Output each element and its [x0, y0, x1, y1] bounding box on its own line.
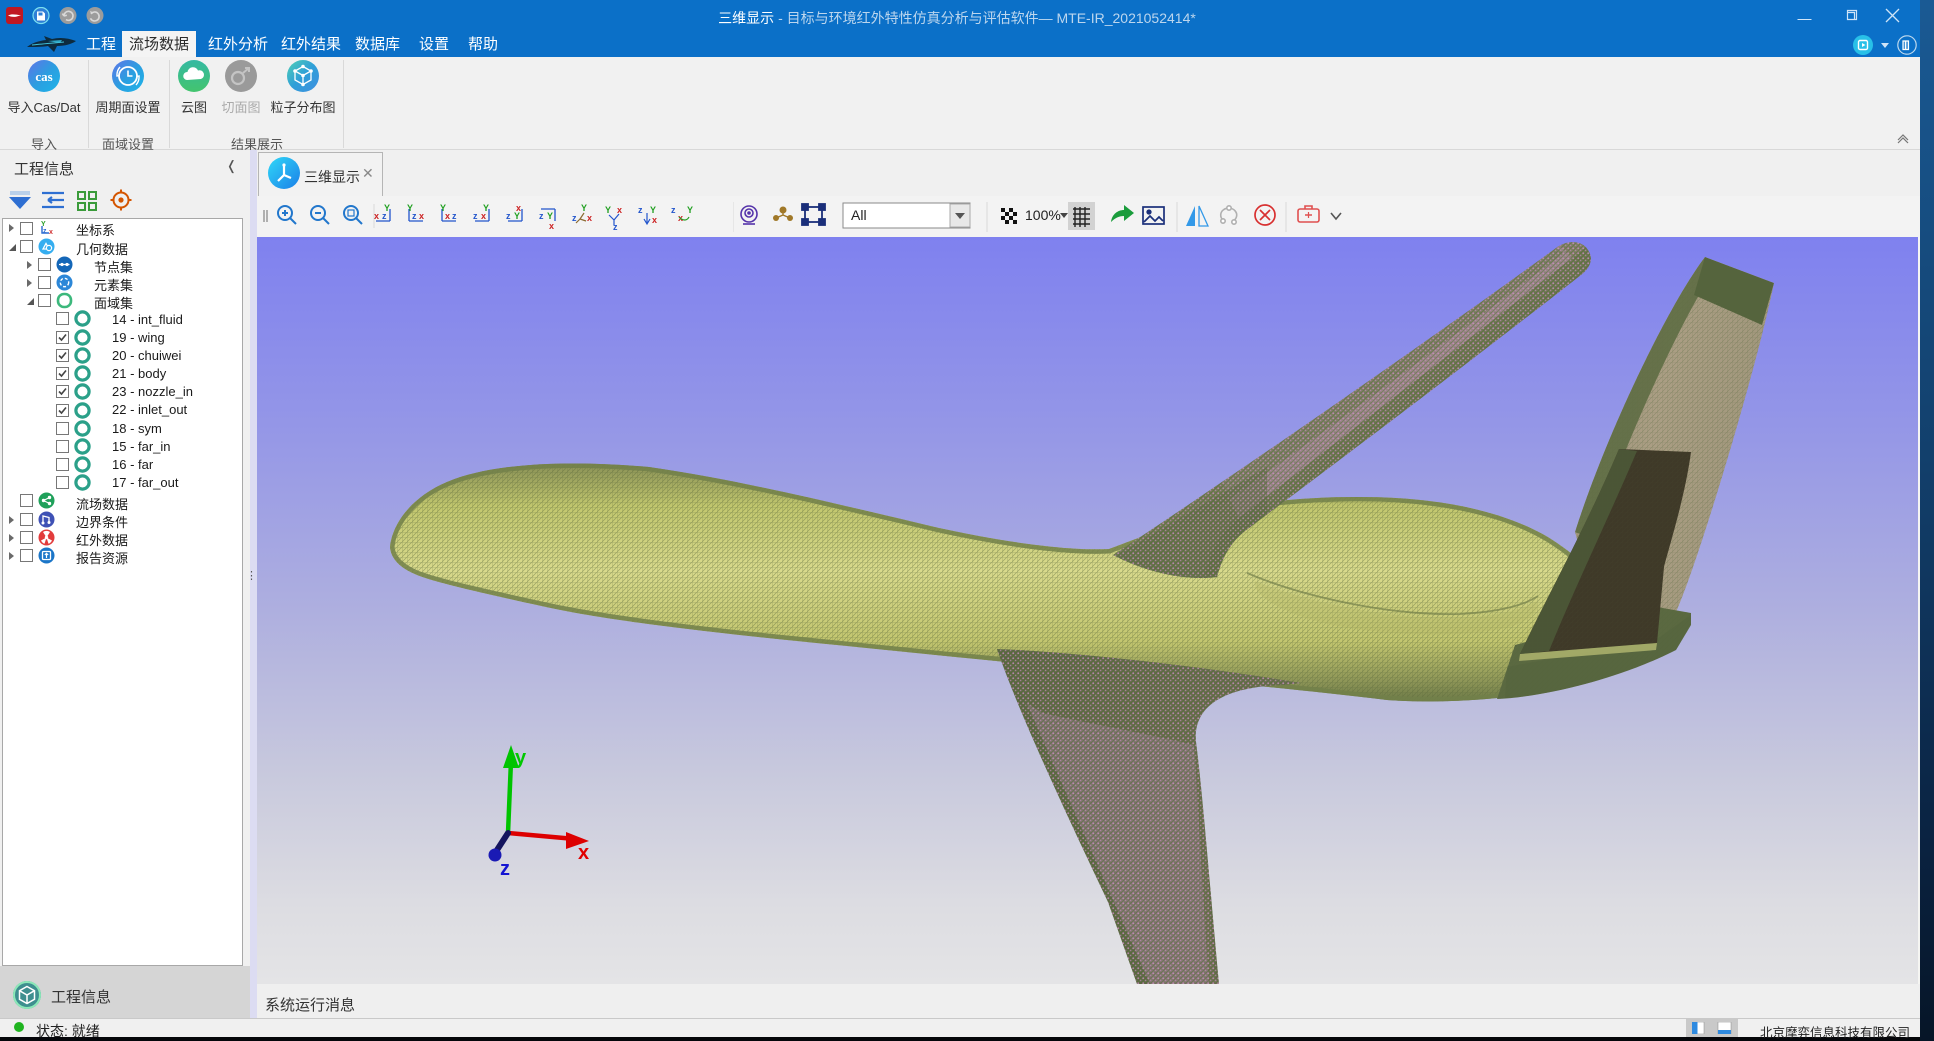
svg-text:z: z — [473, 211, 478, 221]
svg-text:z: z — [506, 211, 511, 221]
svg-text:x: x — [652, 215, 657, 225]
svg-text:Y: Y — [687, 205, 693, 215]
svg-text:x: x — [549, 221, 554, 231]
svg-text:Y: Y — [605, 205, 611, 215]
svg-text:100%: 100% — [1025, 207, 1061, 223]
svg-text:z: z — [412, 211, 417, 221]
svg-text:z: z — [671, 205, 676, 215]
svg-text:Y: Y — [650, 205, 656, 215]
svg-text:y: y — [515, 747, 527, 769]
svg-text:x: x — [445, 211, 450, 221]
svg-text:x: x — [617, 205, 622, 215]
svg-text:x: x — [419, 211, 424, 221]
svg-text:z: z — [43, 228, 47, 235]
svg-text:Y: Y — [581, 203, 587, 213]
svg-text:x: x — [587, 213, 592, 223]
svg-text:z: z — [613, 222, 618, 231]
svg-text:cas: cas — [35, 69, 52, 84]
svg-text:z: z — [638, 205, 643, 215]
svg-text:z: z — [539, 211, 544, 221]
svg-text:All: All — [851, 207, 867, 223]
svg-text:z: z — [500, 858, 510, 880]
svg-text:x: x — [49, 229, 53, 236]
svg-text:x: x — [374, 211, 379, 221]
svg-text:Y: Y — [483, 203, 489, 213]
svg-text:Y: Y — [547, 211, 553, 221]
svg-text:x: x — [578, 842, 589, 864]
svg-text:x: x — [516, 203, 521, 213]
svg-text:z: z — [452, 211, 457, 221]
svg-text:z: z — [572, 213, 577, 223]
svg-text:Y: Y — [384, 203, 390, 213]
